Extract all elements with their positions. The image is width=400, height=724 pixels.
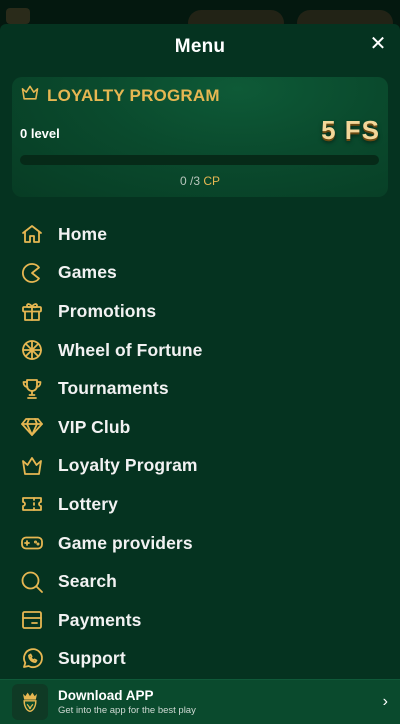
ticket-icon [19,491,45,517]
nav-label: Wheel of Fortune [58,339,203,360]
gift-icon [19,298,45,324]
loyalty-progress-bar [20,155,379,165]
gamepad-icon [19,530,45,556]
loyalty-header: LOYALTY PROGRAM [20,83,220,108]
nav-item-games[interactable]: Games [0,254,400,293]
main-nav: Home Games Promotions Wheel of Fortune T… [0,215,400,678]
progress-separator: /3 [186,174,204,188]
wallet-icon [19,607,45,633]
nav-item-home[interactable]: Home [0,215,400,254]
progress-current: 0 [179,174,187,188]
nav-label: Home [58,223,108,244]
download-title: Download APP [58,688,154,703]
nav-label: Games [58,262,117,283]
nav-item-support[interactable]: Support [0,640,400,679]
nav-item-lottery[interactable]: Lottery [0,485,400,524]
loyalty-progress-text: 0 /3 CP [12,174,388,188]
diamond-icon [19,414,45,440]
search-icon [19,569,45,595]
nav-item-wheel-of-fortune[interactable]: Wheel of Fortune [0,331,400,370]
games-icon [19,260,45,286]
nav-item-payments[interactable]: Payments [0,601,400,640]
nav-label: Tournaments [58,378,169,399]
loyalty-title: LOYALTY PROGRAM [47,85,220,105]
nav-item-search[interactable]: Search [0,562,400,601]
download-text: Download APP Get into the app for the be… [58,688,196,716]
nav-label: VIP Club [58,416,131,437]
nav-label: Payments [58,609,142,630]
nav-item-vip-club[interactable]: VIP Club [0,408,400,447]
crown-icon [19,453,45,479]
loyalty-level: 0 level [20,126,60,141]
nav-label: Support [58,648,126,669]
whatsapp-icon [19,646,45,672]
download-app-banner[interactable]: Download APP Get into the app for the be… [0,679,400,724]
crown-icon [20,83,40,108]
nav-item-promotions[interactable]: Promotions [0,292,400,331]
site-logo [6,8,30,24]
nav-label: Loyalty Program [58,455,198,476]
wheel-icon [19,337,45,363]
free-spins-badge: 5 FS [321,115,380,145]
nav-item-tournaments[interactable]: Tournaments [0,369,400,408]
nav-label: Promotions [58,300,157,321]
close-icon[interactable]: ✕ [366,32,390,56]
chevron-right-icon: › [382,693,388,710]
loyalty-card[interactable]: LOYALTY PROGRAM 0 level 5 FS 0 /3 CP [12,77,388,197]
nav-item-game-providers[interactable]: Game providers [0,524,400,563]
trophy-icon [19,376,45,402]
progress-unit: CP [203,174,221,188]
app-logo-icon [12,684,48,720]
home-icon [19,221,45,247]
nav-label: Lottery [58,493,119,514]
nav-item-loyalty-program[interactable]: Loyalty Program [0,447,400,486]
menu-drawer: Menu ✕ LOYALTY PROGRAM 0 level 5 FS 0 /3… [0,24,400,724]
nav-label: Game providers [58,532,193,553]
download-subtitle: Get into the app for the best play [58,705,196,716]
menu-title: Menu [174,36,226,57]
nav-label: Search [58,571,117,592]
